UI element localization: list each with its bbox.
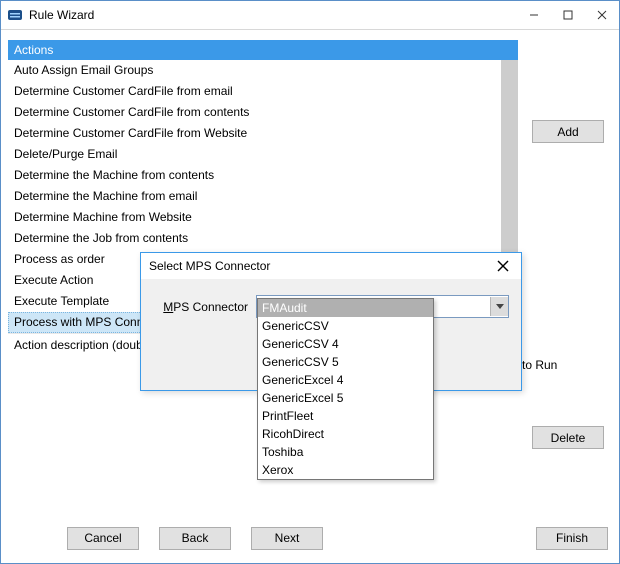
dropdown-item[interactable]: GenericCSV bbox=[258, 317, 433, 335]
dropdown-item[interactable]: Xerox bbox=[258, 461, 433, 479]
delete-button[interactable]: Delete bbox=[532, 426, 604, 449]
action-item[interactable]: Delete/Purge Email bbox=[8, 144, 518, 165]
dropdown-item[interactable]: FMAudit bbox=[258, 299, 433, 317]
mps-connector-dropdown[interactable]: FMAudit GenericCSV GenericCSV 4 GenericC… bbox=[257, 298, 434, 480]
action-item[interactable]: Auto Assign Email Groups bbox=[8, 60, 518, 81]
cancel-button[interactable]: Cancel bbox=[67, 527, 139, 550]
dropdown-item[interactable]: RicohDirect bbox=[258, 425, 433, 443]
finish-button[interactable]: Finish bbox=[536, 527, 608, 550]
action-item[interactable]: Determine the Machine from contents bbox=[8, 165, 518, 186]
chevron-down-icon[interactable] bbox=[490, 297, 508, 316]
action-item[interactable]: Determine Machine from Website bbox=[8, 207, 518, 228]
dropdown-item[interactable]: PrintFleet bbox=[258, 407, 433, 425]
dropdown-item[interactable]: GenericExcel 4 bbox=[258, 371, 433, 389]
mps-connector-accel: M bbox=[163, 300, 173, 314]
action-item[interactable]: Determine Customer CardFile from Website bbox=[8, 123, 518, 144]
window-title: Rule Wizard bbox=[29, 8, 94, 22]
back-button[interactable]: Back bbox=[159, 527, 231, 550]
add-button[interactable]: Add bbox=[532, 120, 604, 143]
wizard-button-bar: Cancel Back Next Finish bbox=[2, 514, 618, 562]
next-button[interactable]: Next bbox=[251, 527, 323, 550]
dropdown-item[interactable]: GenericExcel 5 bbox=[258, 389, 433, 407]
maximize-button[interactable] bbox=[551, 1, 585, 29]
dialog-close-button[interactable] bbox=[489, 255, 517, 277]
action-item[interactable]: Determine Customer CardFile from email bbox=[8, 81, 518, 102]
to-run-label: to Run bbox=[522, 358, 557, 372]
titlebar: Rule Wizard bbox=[1, 1, 619, 30]
minimize-button[interactable] bbox=[517, 1, 551, 29]
action-item[interactable]: Determine Customer CardFile from content… bbox=[8, 102, 518, 123]
action-item[interactable]: Determine the Machine from email bbox=[8, 186, 518, 207]
dialog-title: Select MPS Connector bbox=[149, 259, 270, 273]
actions-header: Actions bbox=[8, 40, 518, 60]
mps-connector-label: MPS Connector bbox=[153, 300, 256, 314]
close-button[interactable] bbox=[585, 1, 619, 29]
action-item[interactable]: Determine the Job from contents bbox=[8, 228, 518, 249]
app-icon bbox=[7, 7, 23, 23]
dropdown-item[interactable]: GenericCSV 5 bbox=[258, 353, 433, 371]
mps-connector-label-text: PS Connector bbox=[173, 300, 248, 314]
dropdown-item[interactable]: Toshiba bbox=[258, 443, 433, 461]
rule-wizard-window: Rule Wizard Actions Auto Assign Email Gr… bbox=[0, 0, 620, 564]
dropdown-item[interactable]: GenericCSV 4 bbox=[258, 335, 433, 353]
